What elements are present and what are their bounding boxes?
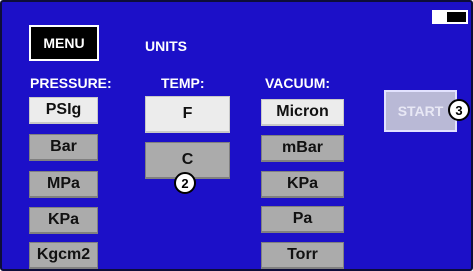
units-screen: MENU UNITS PRESSURE: TEMP: VACUUM: PSIg … (0, 0, 473, 271)
vacuum-label: VACUUM: (265, 75, 331, 91)
vacuum-option-mbar[interactable]: mBar (261, 135, 344, 162)
pressure-option-kgcm2[interactable]: Kgcm2 (29, 242, 98, 269)
callout-marker-2: 2 (174, 172, 196, 194)
temp-label: TEMP: (161, 75, 205, 91)
battery-icon (432, 10, 468, 24)
temp-option-f[interactable]: F (145, 96, 230, 133)
vacuum-option-pa[interactable]: Pa (261, 206, 344, 233)
start-button[interactable]: START (384, 90, 457, 132)
vacuum-option-kpa[interactable]: KPa (261, 171, 344, 198)
pressure-option-kpa[interactable]: KPa (29, 207, 98, 234)
battery-level-fill (446, 12, 466, 22)
pressure-label: PRESSURE: (30, 75, 112, 91)
vacuum-option-torr[interactable]: Torr (261, 242, 344, 269)
page-title: UNITS (145, 38, 187, 54)
callout-marker-3: 3 (448, 99, 470, 121)
menu-button[interactable]: MENU (29, 25, 99, 61)
pressure-option-psig[interactable]: PSIg (29, 97, 98, 124)
pressure-option-bar[interactable]: Bar (29, 134, 98, 161)
vacuum-option-micron[interactable]: Micron (261, 99, 344, 126)
pressure-option-mpa[interactable]: MPa (29, 171, 98, 198)
